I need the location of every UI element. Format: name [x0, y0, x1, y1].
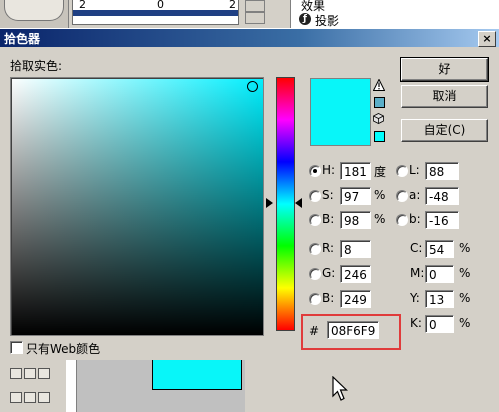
radio-green[interactable]: [309, 268, 321, 280]
web-only-label: 只有Web颜色: [26, 342, 101, 356]
cyan-input[interactable]: 54: [425, 240, 454, 258]
hue-label: H:: [322, 163, 336, 177]
ok-button[interactable]: 好: [400, 57, 489, 82]
magenta-unit: %: [459, 266, 471, 280]
green-label: G:: [322, 266, 336, 280]
black-input[interactable]: 0: [425, 315, 454, 333]
warning-icon[interactable]: [373, 79, 385, 91]
brightness-unit: %: [374, 212, 386, 226]
b-input[interactable]: -16: [425, 211, 459, 229]
jump-to-app-button[interactable]: [10, 392, 22, 403]
brightness-label: B:: [322, 212, 335, 226]
custom-button[interactable]: 自定(C): [401, 119, 488, 142]
layer-style-panel: 效果 ƒ 投影: [290, 0, 499, 30]
cyan-label: C:: [410, 241, 423, 255]
ruler-label: 2: [79, 0, 86, 11]
saturation-label: S:: [322, 188, 334, 202]
quick-mask-button[interactable]: [24, 368, 36, 379]
radio-hue[interactable]: [309, 165, 321, 177]
cube-icon[interactable]: [373, 113, 384, 124]
dialog-title: 拾色器: [4, 32, 41, 46]
close-button[interactable]: ×: [478, 31, 496, 47]
horizontal-ruler: 2 0 2: [72, 0, 239, 25]
radio-blue[interactable]: [309, 293, 321, 305]
tool-button[interactable]: [24, 392, 36, 403]
radio-b[interactable]: [396, 214, 408, 226]
hex-label: #: [309, 324, 320, 338]
color-preview: [310, 78, 371, 146]
web-safe-swatch[interactable]: [374, 131, 385, 142]
yellow-unit: %: [459, 291, 471, 305]
yellow-input[interactable]: 13: [425, 290, 454, 308]
original-color-swatch[interactable]: [311, 112, 370, 145]
green-input[interactable]: 246: [340, 265, 371, 283]
web-only-checkbox[interactable]: [10, 341, 23, 354]
scroll-button[interactable]: [245, 12, 265, 24]
ruler-label: 0: [157, 0, 164, 11]
ruler-label: 2: [229, 0, 236, 11]
yellow-label: Y:: [410, 291, 420, 305]
magenta-label: M:: [410, 266, 425, 280]
new-color-swatch: [311, 79, 370, 112]
vertical-ruler: [66, 360, 77, 412]
scroll-button[interactable]: [245, 0, 265, 12]
tool-preset-button[interactable]: [4, 0, 64, 21]
hue-unit: 度: [374, 165, 387, 179]
radio-a[interactable]: [396, 190, 408, 202]
cancel-button[interactable]: 取消: [401, 85, 488, 108]
lightness-label: L:: [409, 163, 420, 177]
blue-input[interactable]: 249: [340, 290, 371, 308]
effect-icon: ƒ: [299, 13, 311, 25]
color-field[interactable]: [10, 77, 264, 336]
brightness-input[interactable]: 98: [340, 211, 371, 229]
hue-slider-right-arrow[interactable]: [295, 198, 302, 208]
b-label: b:: [409, 212, 421, 226]
a-label: a:: [409, 188, 421, 202]
screen-mode-button[interactable]: [38, 368, 50, 379]
tool-options-area: [0, 0, 69, 30]
tool-button[interactable]: [38, 392, 50, 403]
radio-saturation[interactable]: [309, 190, 321, 202]
hue-slider-left-arrow[interactable]: [266, 198, 273, 208]
color-field-cursor[interactable]: [247, 81, 258, 92]
hue-input[interactable]: 181: [340, 162, 371, 180]
lightness-input[interactable]: 88: [425, 162, 459, 180]
title-bar[interactable]: 拾色器 ×: [0, 29, 499, 47]
ruler-band: [73, 10, 238, 16]
radio-red[interactable]: [309, 243, 321, 255]
standard-mode-button[interactable]: [10, 368, 22, 379]
pick-color-label: 拾取实色:: [10, 59, 63, 73]
black-label: K:: [410, 316, 422, 330]
tool-palette: [0, 360, 62, 412]
cyan-unit: %: [459, 241, 471, 255]
mouse-pointer-icon: [332, 376, 348, 401]
saturation-input[interactable]: 97: [340, 187, 371, 205]
panel-row-drop-shadow[interactable]: 投影: [315, 12, 339, 29]
magenta-input[interactable]: 0: [425, 265, 454, 283]
a-input[interactable]: -48: [425, 187, 459, 205]
black-unit: %: [459, 316, 471, 330]
gamut-swatch[interactable]: [374, 97, 385, 108]
red-label: R:: [322, 241, 335, 255]
saturation-unit: %: [374, 188, 386, 202]
color-picker-dialog: 拾色器 × 拾取实色: 好 取消 自定(C) H: 181 度 S: 97 % …: [0, 28, 499, 361]
radio-brightness[interactable]: [309, 214, 321, 226]
hue-slider[interactable]: [276, 77, 295, 331]
blue-label: B:: [322, 291, 335, 305]
radio-lightness[interactable]: [396, 165, 408, 177]
hex-input[interactable]: 08F6F9: [327, 321, 379, 339]
canvas-cyan-shape: [152, 360, 242, 390]
red-input[interactable]: 8: [340, 240, 371, 258]
